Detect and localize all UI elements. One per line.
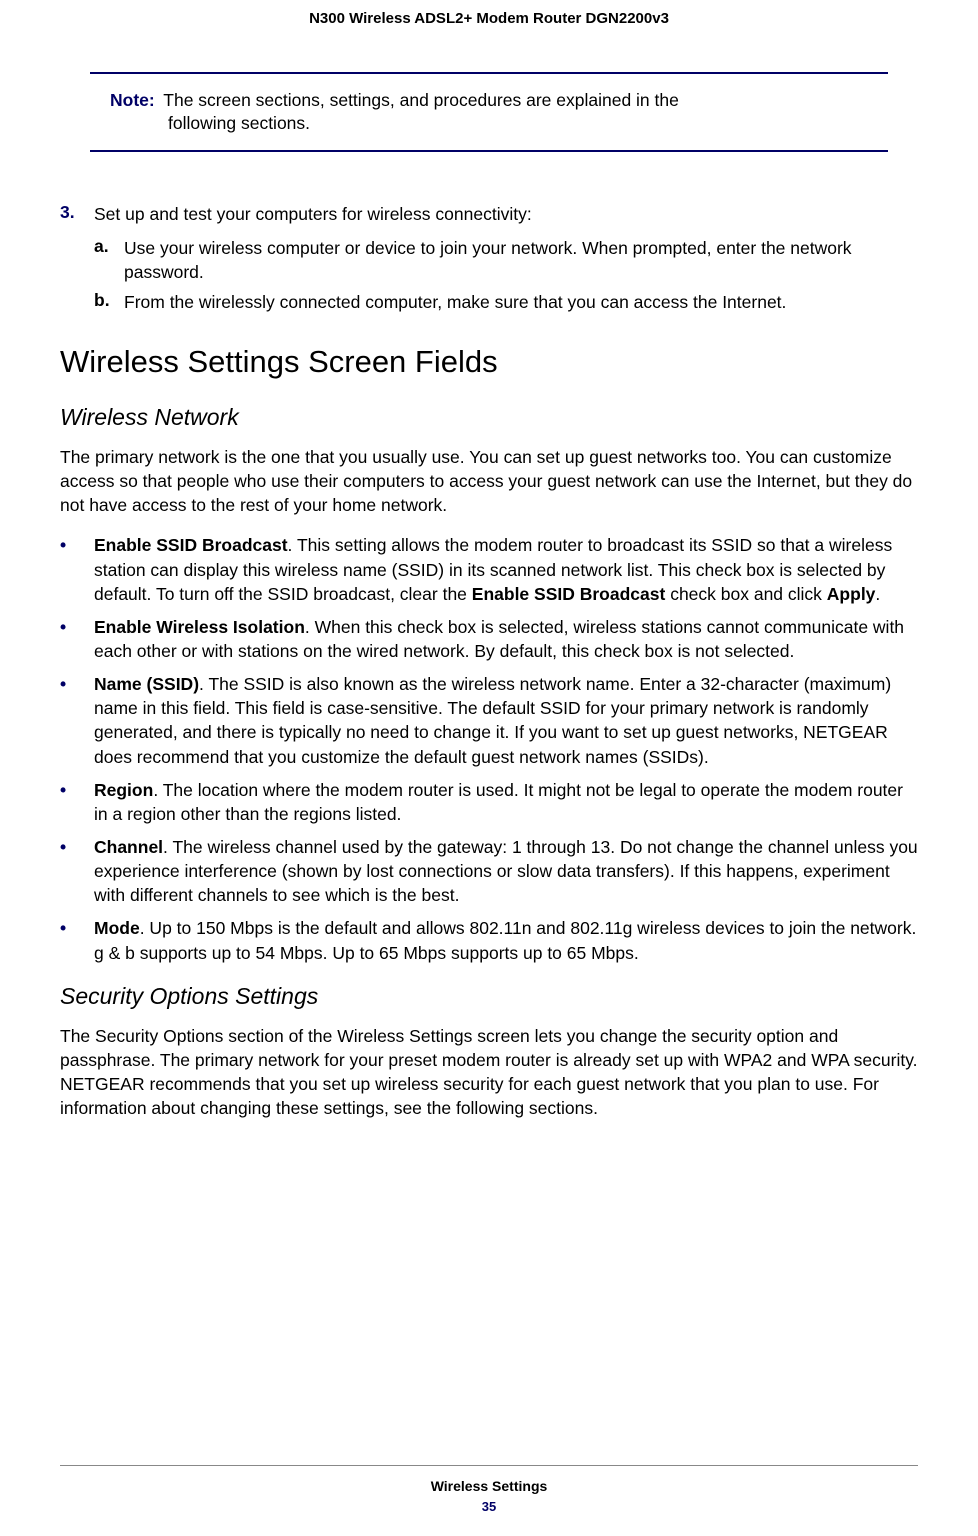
- mode-text: . Up to 150 Mbps is the default and allo…: [94, 918, 916, 962]
- channel-text: . The wireless channel used by the gatew…: [94, 837, 918, 905]
- ssid-broadcast-bold3: Apply: [827, 584, 876, 604]
- ssid-broadcast-text3: .: [875, 584, 880, 604]
- bullet-enable-ssid-broadcast: • Enable SSID Broadcast. This setting al…: [60, 533, 918, 605]
- name-ssid-text: . The SSID is also known as the wireless…: [94, 674, 891, 766]
- bullet-marker-icon: •: [60, 533, 94, 605]
- bullet-marker-icon: •: [60, 835, 94, 907]
- sub-text-a: Use your wireless computer or device to …: [124, 236, 918, 284]
- note-text-line2: following sections.: [110, 113, 868, 134]
- wireless-network-intro: The primary network is the one that you …: [60, 445, 918, 517]
- footer-rule: [60, 1465, 918, 1466]
- ssid-broadcast-bold2: Enable SSID Broadcast: [472, 584, 666, 604]
- heading-security-options: Security Options Settings: [60, 983, 918, 1010]
- step-3: 3. Set up and test your computers for wi…: [60, 202, 918, 226]
- channel-bold: Channel: [94, 837, 163, 857]
- bullet-marker-icon: •: [60, 916, 94, 964]
- security-options-text: The Security Options section of the Wire…: [60, 1024, 918, 1121]
- note-box: Note: The screen sections, settings, and…: [90, 72, 888, 152]
- ssid-broadcast-bold1: Enable SSID Broadcast: [94, 535, 288, 555]
- bullet-marker-icon: •: [60, 615, 94, 663]
- name-ssid-bold: Name (SSID): [94, 674, 199, 694]
- bullet-name-ssid: • Name (SSID). The SSID is also known as…: [60, 672, 918, 769]
- sub-label-b: b.: [94, 290, 124, 314]
- mode-bold: Mode: [94, 918, 140, 938]
- bullet-mode: • Mode. Up to 150 Mbps is the default an…: [60, 916, 918, 964]
- step-text: Set up and test your computers for wirel…: [94, 202, 532, 226]
- bullet-region: • Region. The location where the modem r…: [60, 778, 918, 826]
- sub-text-b: From the wirelessly connected computer, …: [124, 290, 786, 314]
- step-3b: b. From the wirelessly connected compute…: [94, 290, 918, 314]
- wireless-isolation-bold: Enable Wireless Isolation: [94, 617, 305, 637]
- region-bold: Region: [94, 780, 153, 800]
- step-number: 3.: [60, 202, 94, 226]
- ssid-broadcast-text2: check box and click: [665, 584, 826, 604]
- heading-wireless-network: Wireless Network: [60, 404, 918, 431]
- bullet-marker-icon: •: [60, 672, 94, 769]
- region-text: . The location where the modem router is…: [94, 780, 903, 824]
- bullet-channel: • Channel. The wireless channel used by …: [60, 835, 918, 907]
- page-header-title: N300 Wireless ADSL2+ Modem Router DGN220…: [60, 10, 918, 27]
- step-3a: a. Use your wireless computer or device …: [94, 236, 918, 284]
- bullet-marker-icon: •: [60, 778, 94, 826]
- note-label: Note:: [110, 90, 159, 110]
- note-text-line1: The screen sections, settings, and proce…: [163, 90, 679, 110]
- footer-section-label: Wireless Settings: [0, 1478, 978, 1494]
- sub-label-a: a.: [94, 236, 124, 284]
- bullet-wireless-isolation: • Enable Wireless Isolation. When this c…: [60, 615, 918, 663]
- footer-page-number: 35: [0, 1499, 978, 1514]
- heading-wireless-settings-fields: Wireless Settings Screen Fields: [60, 344, 918, 380]
